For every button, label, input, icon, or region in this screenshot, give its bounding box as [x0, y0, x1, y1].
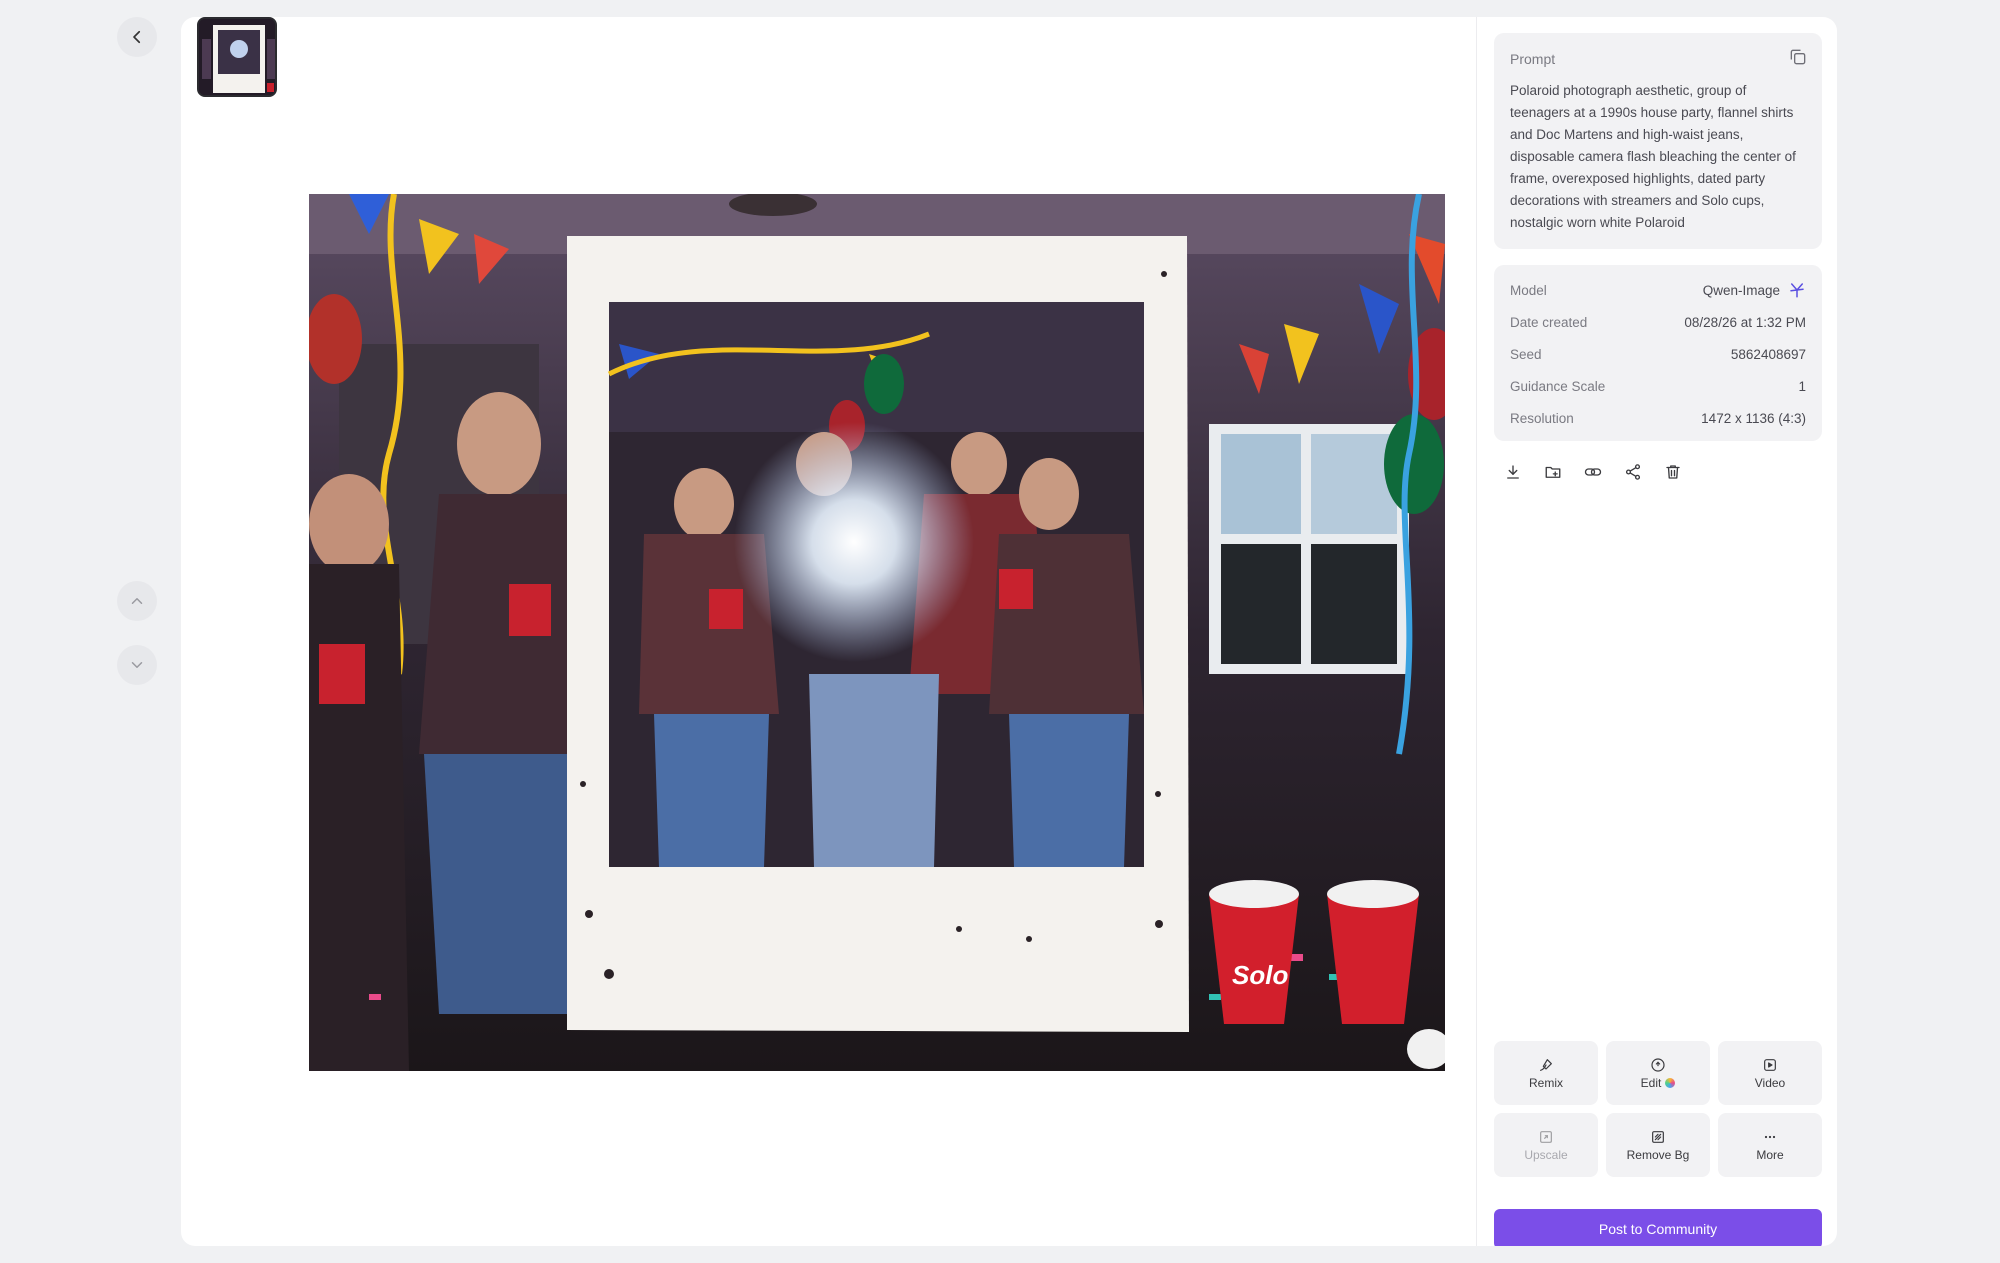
cup-label: Solo: [1232, 960, 1288, 990]
next-image-button[interactable]: [117, 645, 157, 685]
seed-label: Seed: [1510, 346, 1542, 362]
prompt-label: Prompt: [1510, 51, 1556, 67]
upscale-label: Upscale: [1524, 1147, 1568, 1162]
seed-value: 5862408697: [1730, 346, 1806, 362]
delete-button[interactable]: [1662, 461, 1684, 483]
copy-link-button[interactable]: [1582, 461, 1604, 483]
chevron-up-icon: [131, 598, 143, 604]
trash-icon: [1666, 465, 1680, 479]
meta-row-date: Date created 08/28/26 at 1:32 PM: [1510, 306, 1806, 338]
more-button[interactable]: More: [1718, 1113, 1822, 1177]
meta-row-seed: Seed 5862408697: [1510, 338, 1806, 370]
meta-row-guidance: Guidance Scale 1: [1510, 370, 1806, 402]
edit-button[interactable]: Edit: [1606, 1041, 1710, 1105]
prompt-text: Polaroid photograph aesthetic, group of …: [1510, 83, 1796, 230]
remove-bg-label: Remove Bg: [1626, 1147, 1690, 1162]
folder-plus-icon: [1545, 466, 1561, 478]
edit-icon: [1651, 1057, 1665, 1072]
chevron-down-icon: [131, 662, 143, 668]
image-actions: [1494, 461, 1684, 491]
remix-button[interactable]: Remix: [1494, 1041, 1598, 1105]
meta-row-resolution: Resolution 1472 x 1136 (4:3): [1510, 402, 1806, 434]
meta-row-model: Model Qwen-Image: [1510, 274, 1806, 306]
remove-bg-button[interactable]: Remove Bg: [1606, 1113, 1710, 1177]
link-icon: [1584, 468, 1602, 476]
date-label: Date created: [1510, 314, 1588, 330]
image-detail-card: Solo Prompt Polaroid photograph aestheti…: [181, 17, 1837, 1246]
date-value: 08/28/26 at 1:32 PM: [1684, 314, 1806, 330]
remove-bg-icon: [1652, 1130, 1664, 1143]
image-thumbnail[interactable]: [197, 17, 277, 97]
previous-image-button[interactable]: [117, 581, 157, 621]
upscale-button[interactable]: Upscale: [1494, 1113, 1598, 1177]
premium-badge-icon: [1665, 1077, 1676, 1088]
upscale-icon: [1540, 1130, 1552, 1143]
model-logo-icon: [1790, 283, 1804, 298]
copy-prompt-button[interactable]: [1788, 47, 1808, 67]
remix-label: Remix: [1528, 1075, 1563, 1090]
prompt-panel: Prompt Polaroid photograph aesthetic, gr…: [1494, 33, 1822, 249]
video-icon: [1764, 1058, 1776, 1071]
more-label: More: [1756, 1147, 1784, 1162]
model-label: Model: [1510, 282, 1547, 298]
video-button[interactable]: Video: [1718, 1041, 1822, 1105]
guidance-label: Guidance Scale: [1510, 378, 1606, 394]
remix-icon: [1540, 1058, 1552, 1071]
resolution-label: Resolution: [1510, 410, 1574, 426]
model-value: Qwen-Image: [1702, 282, 1780, 298]
details-sidebar: Prompt Polaroid photograph aesthetic, gr…: [1494, 33, 1822, 1246]
more-icon: [1764, 1135, 1776, 1138]
add-to-folder-button[interactable]: [1542, 461, 1564, 483]
panel-divider: [1476, 17, 1477, 1246]
chevron-left-icon: [133, 30, 141, 44]
image-viewer: Solo: [181, 17, 1476, 1246]
generated-image-illustration: Solo: [309, 194, 1445, 1071]
post-to-community-button[interactable]: Post to Community: [1494, 1209, 1822, 1246]
share-button[interactable]: [1622, 461, 1644, 483]
tools-grid: Remix Edit Video Upscale Remove Bg More: [1494, 1041, 1822, 1177]
download-button[interactable]: [1502, 461, 1524, 483]
metadata-panel: Model Qwen-Image Date created 08/28/26 a…: [1494, 265, 1822, 441]
share-icon: [1625, 464, 1641, 480]
back-button[interactable]: [117, 17, 157, 57]
generated-image: Solo: [309, 194, 1445, 1071]
download-icon: [1507, 465, 1519, 479]
copy-icon: [1790, 49, 1806, 65]
edit-label: Edit: [1640, 1075, 1662, 1090]
thumbnail-image: [199, 19, 275, 95]
video-label: Video: [1754, 1075, 1786, 1090]
resolution-value: 1472 x 1136 (4:3): [1701, 410, 1806, 426]
guidance-value: 1: [1798, 378, 1806, 394]
